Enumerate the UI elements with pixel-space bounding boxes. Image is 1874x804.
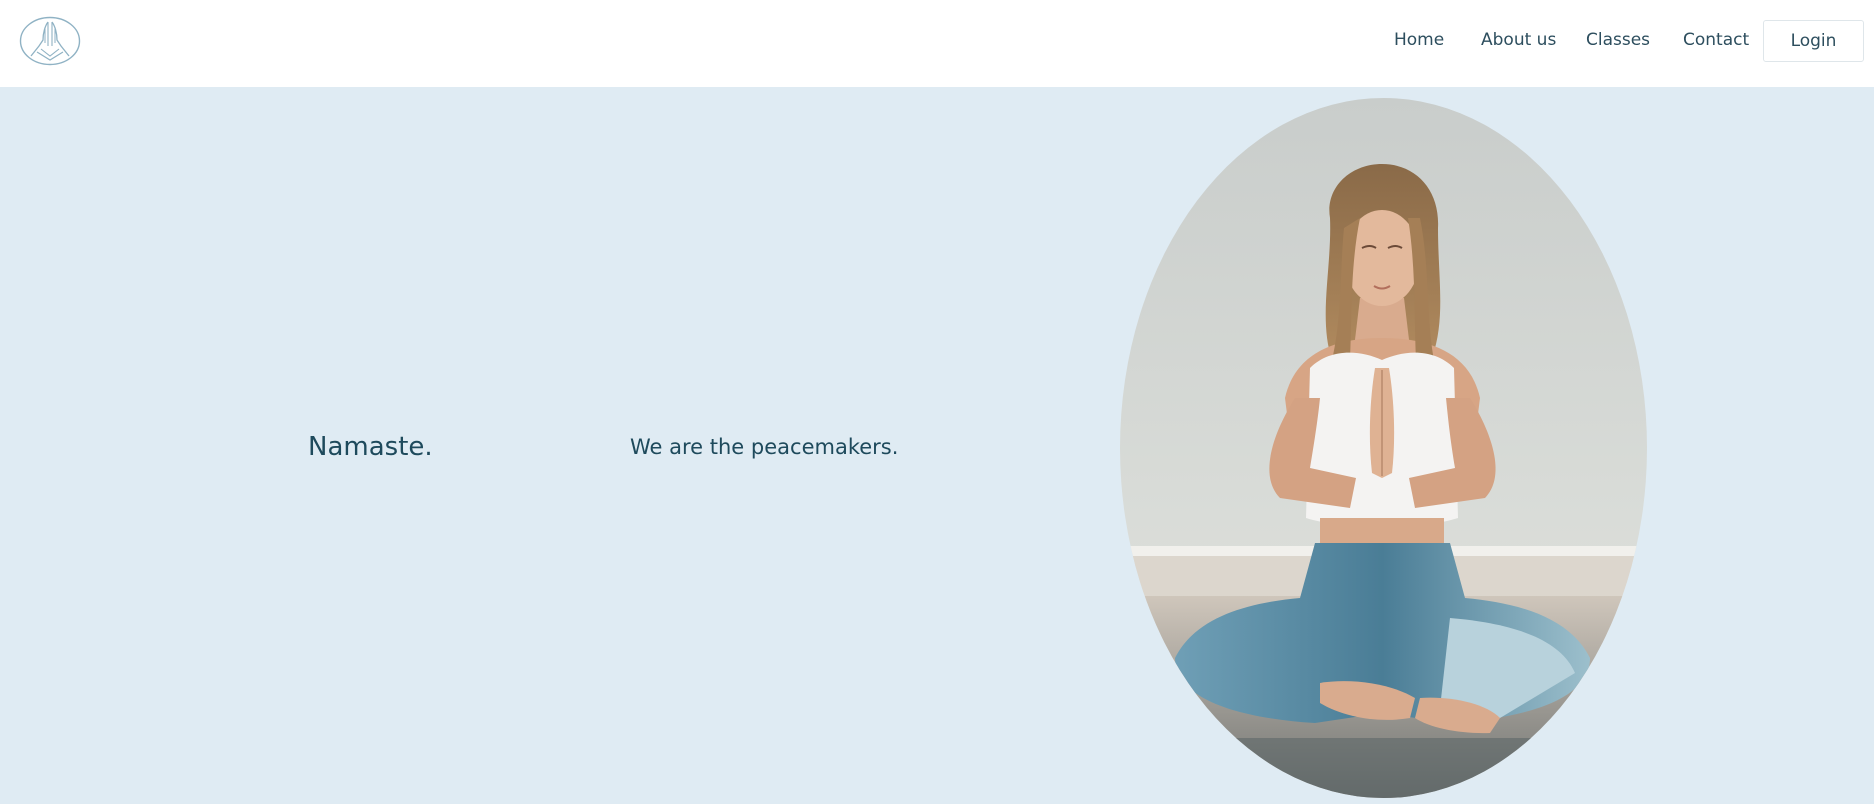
hero-meditation-image <box>1120 98 1647 798</box>
hero-tagline: We are the peacemakers. <box>630 435 899 459</box>
nav-about-link[interactable]: About us <box>1481 30 1556 50</box>
hero-title: Namaste. <box>308 432 433 462</box>
praying-hands-icon[interactable] <box>19 16 81 66</box>
site-header: Home About us Classes Contact Login <box>0 0 1874 87</box>
nav-contact-link[interactable]: Contact <box>1683 30 1749 50</box>
nav-classes-link[interactable]: Classes <box>1586 30 1650 50</box>
login-button[interactable]: Login <box>1763 20 1864 62</box>
hero-section: Namaste. We are the peacemakers. <box>0 87 1874 804</box>
nav-home-link[interactable]: Home <box>1394 30 1444 50</box>
